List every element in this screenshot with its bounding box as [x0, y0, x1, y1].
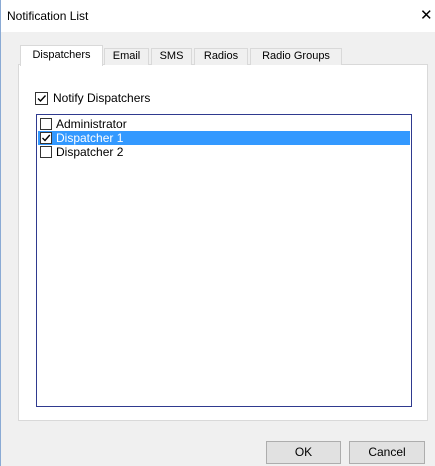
- tab-dispatchers[interactable]: Dispatchers: [20, 45, 103, 66]
- list-item-dispatcher-2[interactable]: Dispatcher 2: [38, 145, 410, 159]
- list-item-administrator[interactable]: Administrator: [38, 117, 410, 131]
- list-item-dispatcher-1[interactable]: Dispatcher 1: [38, 131, 410, 145]
- dispatcher-2-checkbox[interactable]: [40, 146, 52, 158]
- tab-sms[interactable]: SMS: [151, 48, 192, 65]
- list-item-label: Administrator: [56, 117, 127, 131]
- tab-radios[interactable]: Radios: [194, 48, 248, 65]
- administrator-checkbox[interactable]: [40, 118, 52, 130]
- tab-email[interactable]: Email: [104, 48, 149, 65]
- title-bar: Notification List ✕: [1, 0, 435, 32]
- close-icon[interactable]: ✕: [420, 7, 435, 25]
- dispatcher-1-checkbox[interactable]: [40, 132, 52, 144]
- notify-dispatchers-checkbox[interactable]: [35, 92, 48, 105]
- notification-list-dialog: Notification List ✕ Dispatchers Email SM…: [0, 0, 435, 466]
- window-title: Notification List: [7, 9, 89, 23]
- tab-radio-groups[interactable]: Radio Groups: [250, 48, 342, 65]
- notify-dispatchers-label: Notify Dispatchers: [53, 91, 151, 105]
- ok-button[interactable]: OK: [266, 441, 341, 464]
- cancel-button[interactable]: Cancel: [349, 441, 425, 464]
- checkmark-icon: [42, 134, 51, 142]
- list-item-label: Dispatcher 1: [56, 131, 124, 145]
- checkmark-icon: [37, 95, 47, 103]
- dispatcher-listbox[interactable]: Administrator Dispatcher 1 Dispatcher 2: [36, 114, 412, 407]
- list-item-label: Dispatcher 2: [56, 145, 124, 159]
